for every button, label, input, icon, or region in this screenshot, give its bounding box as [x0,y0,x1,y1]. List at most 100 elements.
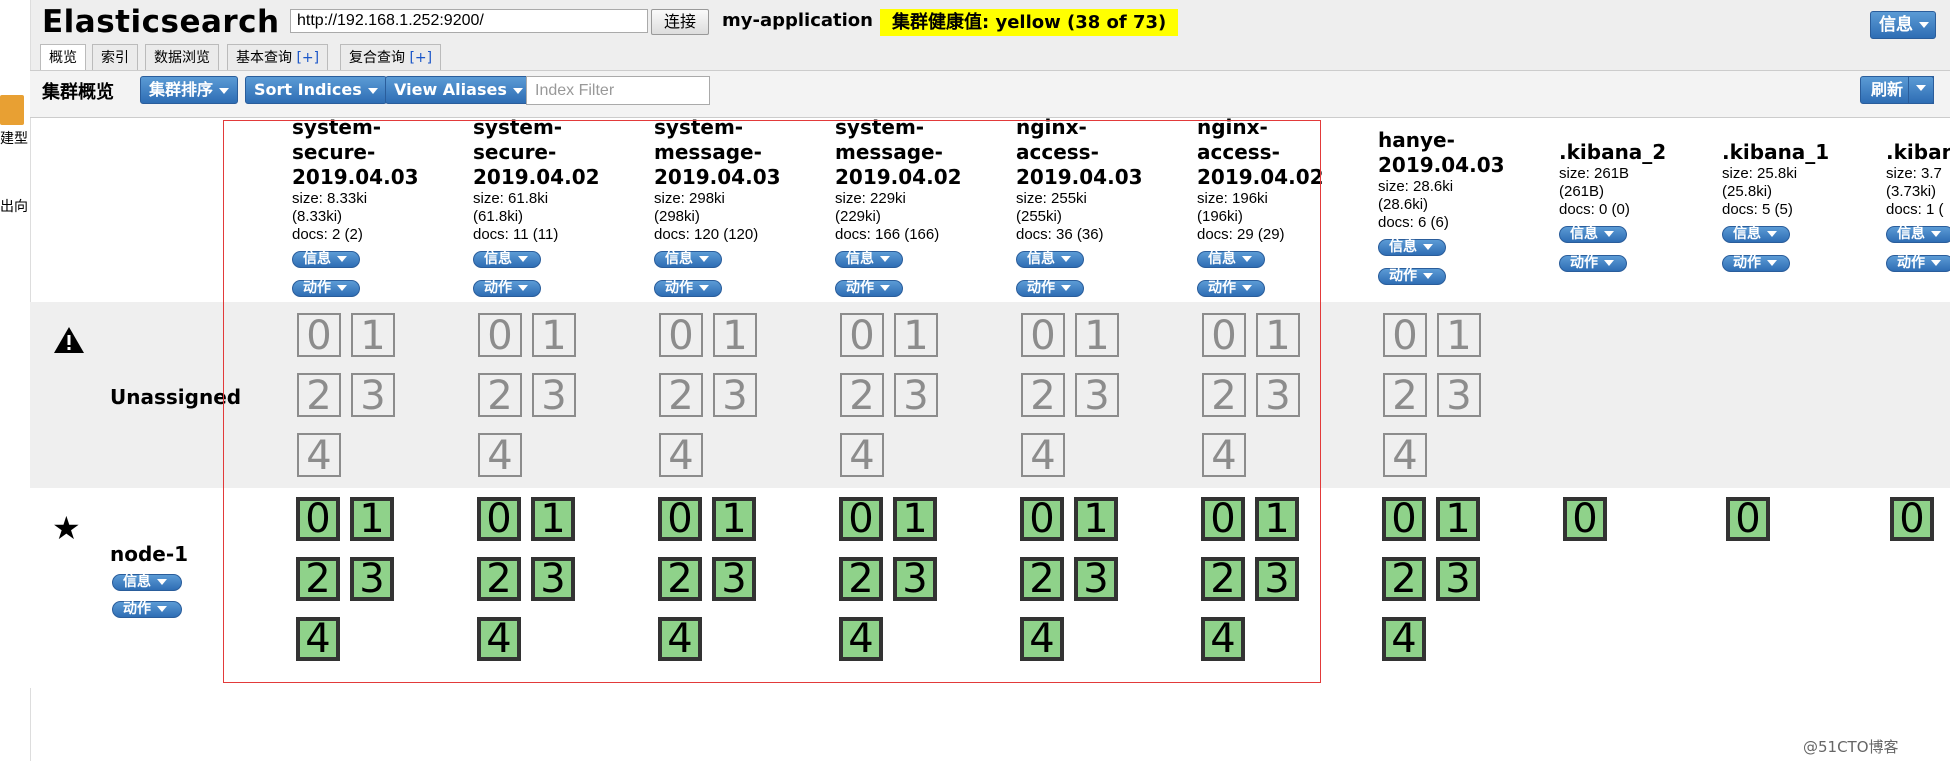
index-action-pill[interactable]: 动作 [1378,267,1446,285]
index-header: hanye- 2019.04.03 size: 28.6ki (28.6ki) docs… [1378,128,1553,285]
assigned-shard[interactable]: 0 [1726,497,1770,541]
tab-basic-query[interactable]: 基本查询 [+] [227,44,329,70]
index-size2: (25.8ki) [1722,183,1773,200]
tab-label: 数据浏览 [154,50,210,66]
index-action-pill[interactable]: 动作 [1886,255,1950,272]
cluster-url-input[interactable]: http://192.168.1.252:9200/ [290,9,648,33]
index-action-pill[interactable]: 动作 [1559,255,1627,272]
index-info-pill[interactable]: 信息 [1378,238,1446,256]
chevron-down-icon [1767,231,1777,237]
unassigned-shard[interactable]: 4 [1383,433,1427,477]
sort-cluster-button[interactable]: 集群排序 [140,76,239,104]
index-action-button[interactable]: 动作 [1378,265,1553,285]
highlight-box [223,120,1321,683]
index-name-line: 2019.04.03 [1378,152,1505,177]
pill-label: 动作 [1570,255,1598,271]
watermark: @51CTO博客 [1803,738,1899,756]
index-filter-input[interactable]: Index Filter [526,76,710,105]
assigned-shard[interactable]: 0 [1382,497,1426,541]
sidebar-clip-bottom: 出向 [0,199,28,215]
index-info-button[interactable]: 信息 [1559,223,1734,243]
index-size: size: 261B [1559,165,1630,182]
pill-label: 信息 [123,574,151,590]
assigned-shard[interactable]: 3 [1436,557,1480,601]
index-size2: (261B) [1559,183,1605,200]
index-info-button[interactable]: 信息 [1722,223,1897,243]
chevron-down-icon [1931,260,1941,266]
index-name-line: hanye- [1378,127,1455,152]
unassigned-shard[interactable]: 2 [1383,373,1427,417]
view-aliases-label: View Aliases [394,80,507,99]
assigned-shard[interactable]: 4 [1382,617,1426,661]
chevron-down-icon [1931,231,1941,237]
view-aliases-button[interactable]: View Aliases [385,76,532,104]
unassigned-shard[interactable]: 0 [1383,313,1427,357]
chevron-down-icon [1423,272,1433,279]
node-action-button[interactable]: 动作 [112,598,182,618]
index-docs: docs: 5 (5) [1722,201,1793,218]
refresh-dropdown-button[interactable] [1908,76,1934,104]
unassigned-shard[interactable]: 3 [1437,373,1481,417]
info-menu-button[interactable]: 信息 [1870,11,1936,39]
pill-label: 动作 [1733,255,1761,271]
tab-label: 索引 [101,50,129,66]
tab-compound-query[interactable]: 复合查询 [+] [340,44,442,70]
index-size: size: 25.8ki [1722,165,1798,182]
index-action-pill[interactable]: 动作 [1722,255,1790,272]
index-docs: docs: 6 (6) [1378,213,1449,231]
unassigned-label: Unassigned [110,385,242,409]
index-size2: (3.73ki) [1886,183,1937,200]
index-action-button[interactable]: 动作 [1886,252,1950,272]
pill-label: 动作 [1897,255,1925,271]
assigned-shard[interactable]: 0 [1563,497,1607,541]
chevron-down-icon [157,579,167,585]
index-header: .kiban size: 3.7 (3.73ki) docs: 1 (信息 动作 [1886,140,1950,272]
pill-label: 动作 [123,601,151,617]
index-name-line: .kiban [1886,140,1950,164]
chevron-down-icon [1423,243,1433,250]
sidebar-app-icon[interactable] [0,95,24,125]
tab-browser[interactable]: 数据浏览 [145,44,219,70]
assigned-shard[interactable]: 1 [1436,497,1480,541]
chevron-down-icon [157,606,167,612]
chevron-down-icon [1916,84,1926,91]
index-docs: docs: 1 ( [1886,201,1944,218]
index-header: .kibana_1 size: 25.8ki (25.8ki) docs: 5 (5)… [1722,140,1897,272]
index-info-pill[interactable]: 信息 [1559,226,1627,243]
tab-overview[interactable]: 概览 [40,44,86,71]
index-name-line: .kibana_2 [1559,140,1667,164]
warning-icon [52,325,86,359]
sort-cluster-label: 集群排序 [149,80,214,99]
index-docs: docs: 0 (0) [1559,201,1630,218]
tab-indices[interactable]: 索引 [92,44,138,70]
assigned-shard[interactable]: 0 [1890,497,1934,541]
node-info-button[interactable]: 信息 [112,571,182,591]
tab-label: 复合查询 [349,50,410,66]
chevron-down-icon [1604,260,1614,266]
assigned-shard[interactable]: 2 [1382,557,1426,601]
connect-button[interactable]: 连接 [651,9,709,35]
index-size2: (28.6ki) [1378,195,1429,213]
chevron-down-icon [367,87,378,94]
tab-label: 概览 [49,50,77,66]
pill-label: 信息 [1897,226,1925,242]
index-info-button[interactable]: 信息 [1886,223,1950,243]
unassigned-shard[interactable]: 1 [1437,313,1481,357]
pill-label: 信息 [1389,238,1417,255]
tab-plus[interactable]: [+] [409,50,432,66]
index-info-pill[interactable]: 信息 [1722,226,1790,243]
index-info-pill[interactable]: 信息 [1886,226,1950,243]
pill-label: 信息 [1570,226,1598,242]
index-action-button[interactable]: 动作 [1722,252,1897,272]
tab-plus[interactable]: [+] [296,50,319,66]
chevron-down-icon [219,87,230,94]
index-name-line: .kibana_1 [1722,140,1830,164]
index-action-button[interactable]: 动作 [1559,252,1734,272]
chevron-down-icon [1767,260,1777,266]
star-icon: ★ [52,509,81,547]
index-info-button[interactable]: 信息 [1378,236,1553,256]
sort-indices-button[interactable]: Sort Indices [245,76,387,104]
chevron-down-icon [512,87,523,94]
pill-label: 信息 [1733,226,1761,242]
pill-label: 动作 [1389,267,1417,284]
